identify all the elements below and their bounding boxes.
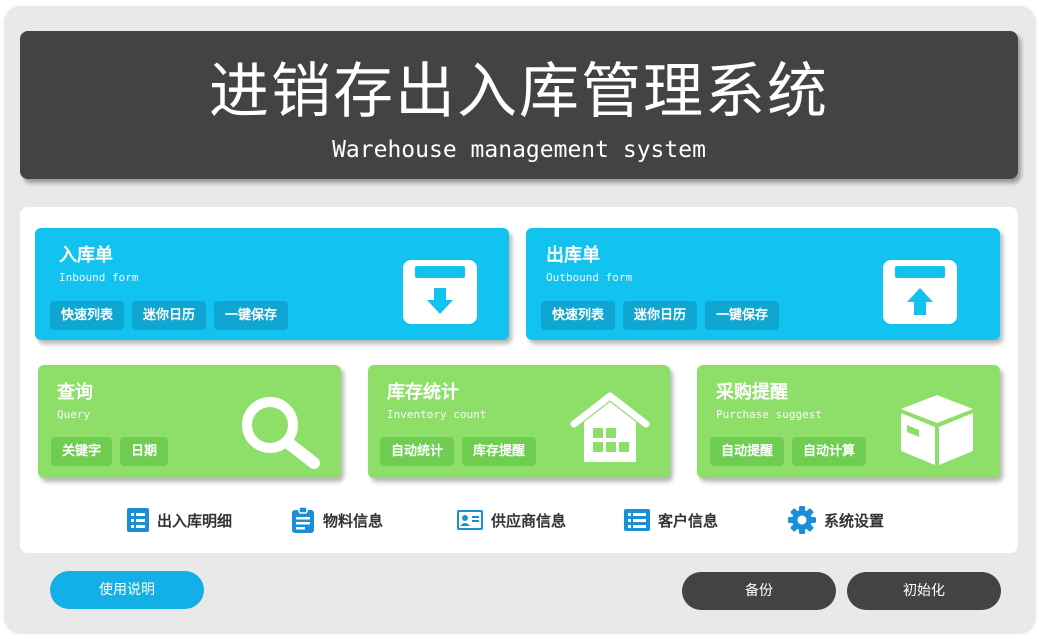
outbound-title: 出库单 [546,245,600,266]
outbound-mini-calendar-button[interactable]: 迷你日历 [623,301,698,330]
outbound-card[interactable]: 出库单 Outbound form 快速列表 迷你日历 一键保存 [526,228,1000,340]
outbound-quick-list-button[interactable]: 快速列表 [541,301,616,330]
purchase-auto-remind-button[interactable]: 自动提醒 [710,437,785,466]
query-card[interactable]: 查询 Query 关键字 日期 [38,365,341,478]
inventory-card[interactable]: 库存统计 Inventory count 自动统计 库存提醒 [368,365,670,478]
inventory-subtitle: Inventory count [387,408,487,421]
query-keyword-button[interactable]: 关键字 [51,437,113,466]
inbound-card[interactable]: 入库单 Inbound form 快速列表 迷你日历 一键保存 [35,228,509,340]
outbound-subtitle: Outbound form [546,271,633,284]
purchase-card[interactable]: 采购提醒 Purchase suggest 自动提醒 自动计算 [697,365,1000,478]
help-button[interactable]: 使用说明 [50,571,204,609]
header-banner: 进销存出入库管理系统 Warehouse management system [20,31,1018,179]
backup-button[interactable]: 备份 [682,572,836,610]
nav-system-settings-label: 系统设置 [824,511,885,530]
purchase-subtitle: Purchase suggest [716,408,822,421]
gear-icon [788,506,816,534]
query-date-button[interactable]: 日期 [120,437,169,466]
purchase-title: 采购提醒 [716,382,788,403]
quick-nav: 出入库明细 物料信息 供应商信息 客户信息 系统设置 [0,505,1039,535]
nav-supplier-info[interactable]: 供应商信息 [457,505,566,535]
list-icon [624,509,650,531]
inventory-reminder-button[interactable]: 库存提醒 [462,437,537,466]
inbound-subtitle: Inbound form [59,271,139,284]
outbound-save-button[interactable]: 一键保存 [705,301,780,330]
id-card-icon [457,510,483,530]
inbound-title: 入库单 [59,245,113,266]
package-icon [901,395,973,465]
inbound-save-button[interactable]: 一键保存 [214,301,289,330]
inbound-quick-list-button[interactable]: 快速列表 [50,301,125,330]
nav-system-settings[interactable]: 系统设置 [788,505,884,535]
inventory-auto-count-button[interactable]: 自动统计 [380,437,455,466]
nav-inout-details[interactable]: 出入库明细 [127,505,232,535]
query-subtitle: Query [57,408,91,421]
clipboard-icon [292,507,314,533]
nav-material-info[interactable]: 物料信息 [291,505,383,535]
nav-customer-info-label: 客户信息 [658,511,719,530]
nav-inout-details-label: 出入库明细 [157,511,233,530]
purchase-auto-calc-button[interactable]: 自动计算 [792,437,867,466]
inventory-title: 库存统计 [387,382,459,403]
box-upload-icon [883,260,957,324]
page-subtitle: Warehouse management system [332,137,706,163]
nav-supplier-info-label: 供应商信息 [491,511,567,530]
nav-customer-info[interactable]: 客户信息 [624,505,718,535]
inbound-mini-calendar-button[interactable]: 迷你日历 [132,301,207,330]
warehouse-icon [570,392,650,462]
box-download-icon [403,260,477,324]
page-title: 进销存出入库管理系统 [209,57,829,127]
magnifier-icon [242,397,320,469]
list-icon [127,508,149,532]
initialize-button[interactable]: 初始化 [847,572,1001,610]
nav-material-info-label: 物料信息 [323,511,384,530]
query-title: 查询 [57,382,93,403]
